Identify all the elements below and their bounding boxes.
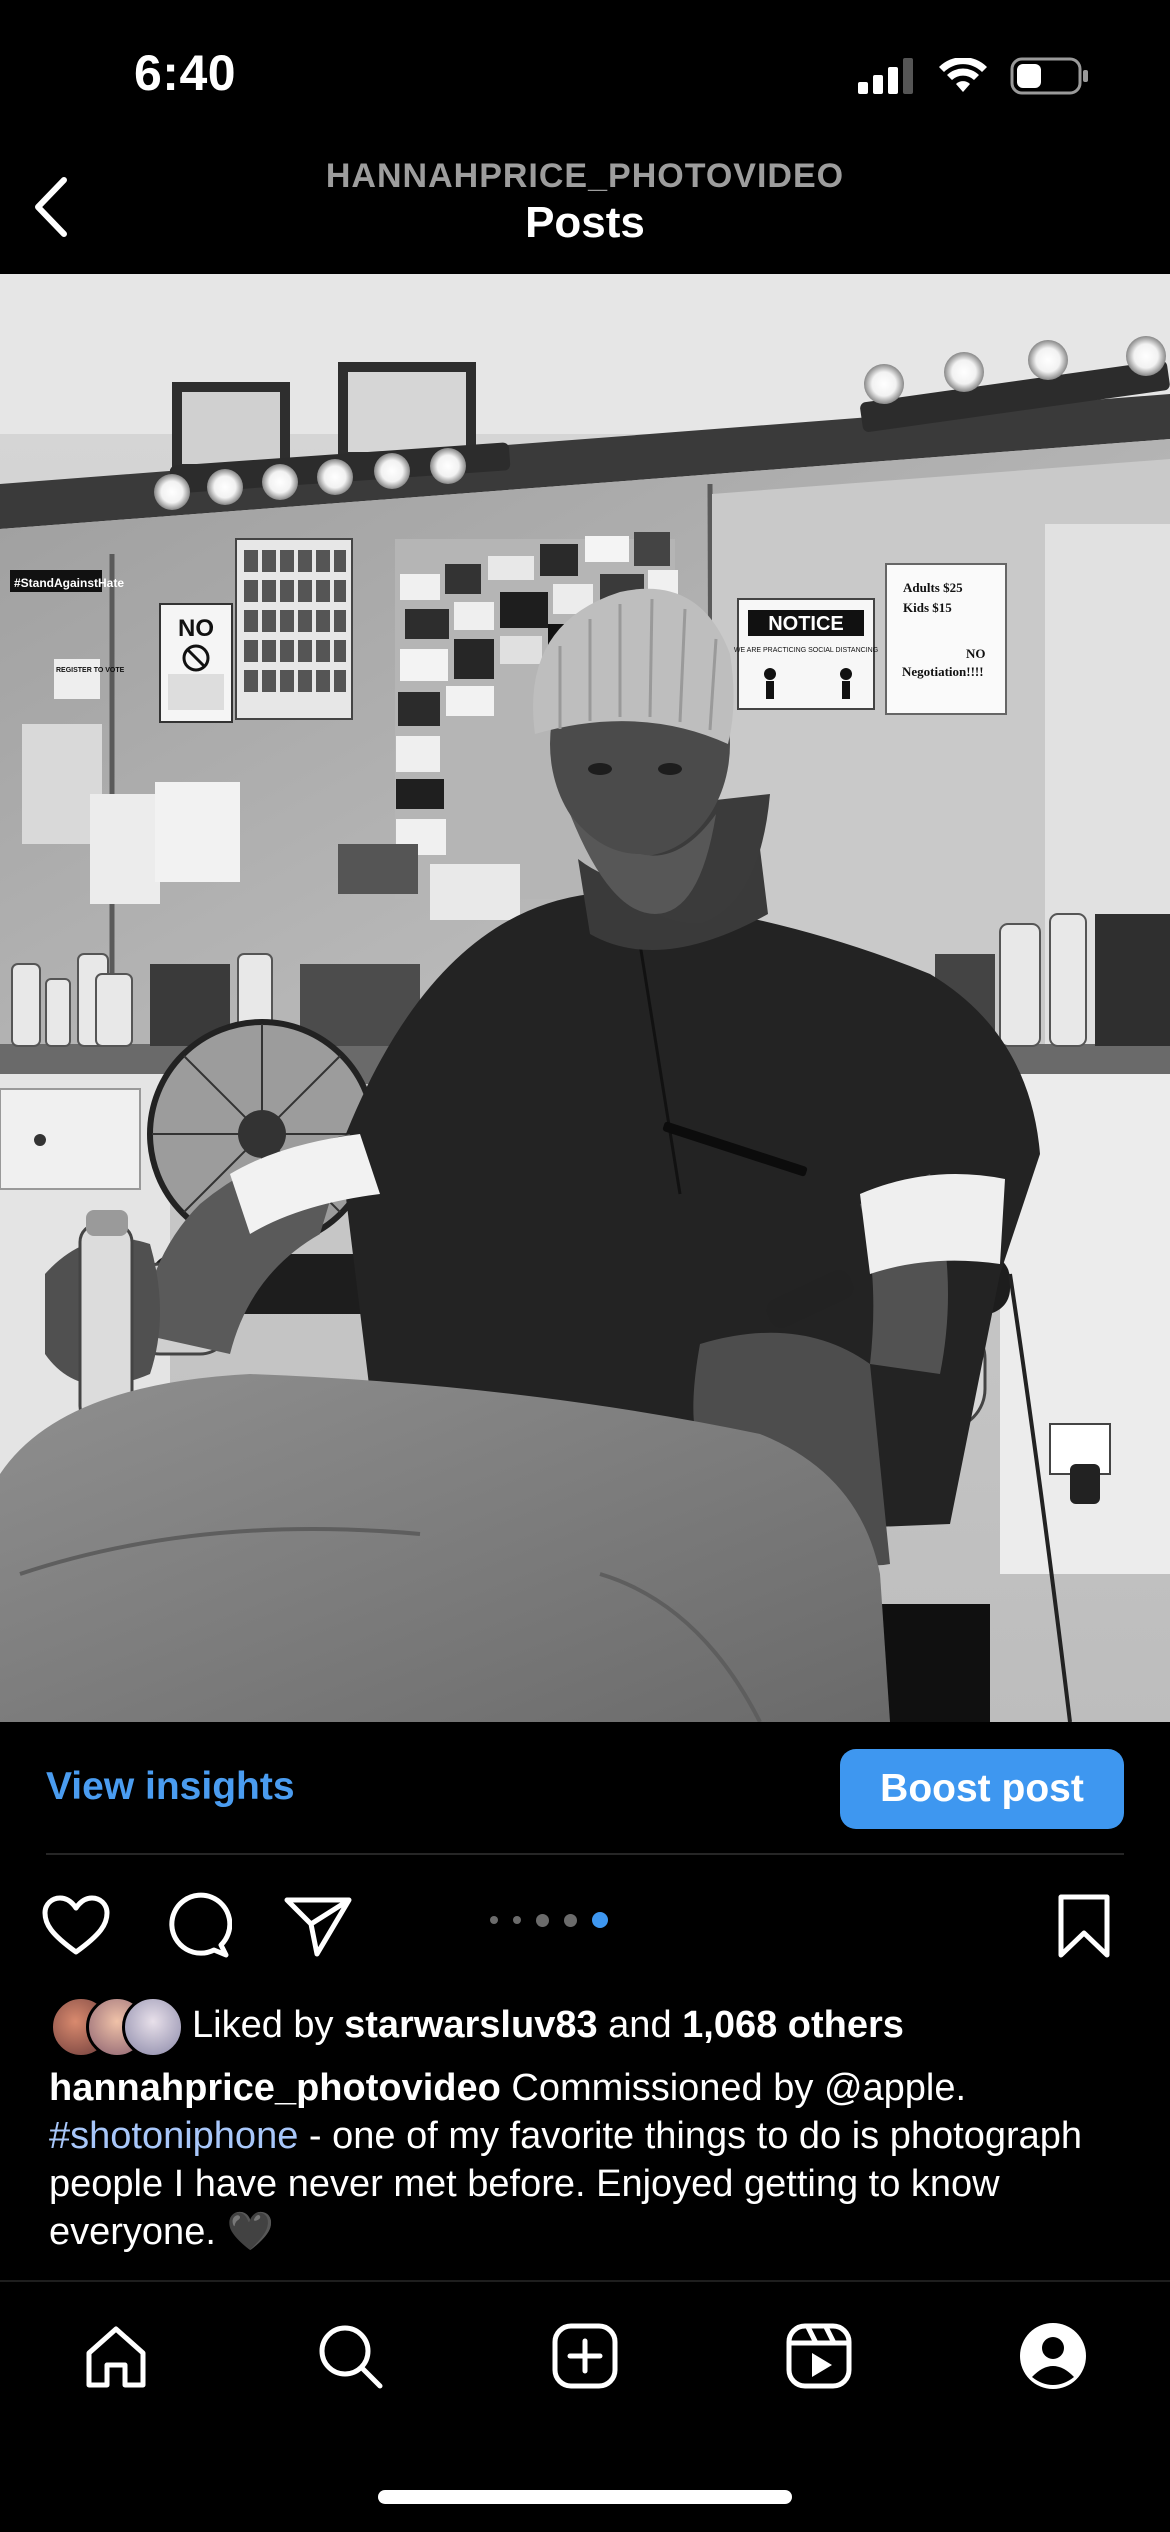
status-time: 6:40 <box>134 45 237 101</box>
reels-icon[interactable] <box>779 2316 859 2396</box>
hashtag-sign: #StandAgainstHate <box>14 576 124 590</box>
status-icons <box>858 56 1090 101</box>
home-indicator[interactable] <box>378 2490 792 2504</box>
heart-icon[interactable] <box>38 1888 114 1964</box>
likes-prefix: Liked by <box>192 2004 334 2046</box>
carousel-dot <box>513 1916 521 1924</box>
liker-avatars[interactable] <box>50 1996 184 2058</box>
likes-summary[interactable]: Liked by starwarsluv83 and 1,068 others <box>192 2004 904 2047</box>
profile-icon[interactable] <box>1013 2316 1093 2396</box>
bookmark-icon[interactable] <box>1046 1888 1122 1964</box>
caption-author[interactable]: hannahprice_photovideo <box>49 2067 501 2109</box>
page-title: Posts <box>525 198 645 247</box>
caption-hashtag[interactable]: #shotoniphone <box>49 2115 298 2157</box>
divider <box>0 2280 1170 2282</box>
post-photo[interactable]: #StandAgainstHate REGISTER TO VOTE NO NO… <box>0 274 1170 1722</box>
liker-username[interactable]: starwarsluv83 <box>344 2004 598 2046</box>
header-username[interactable]: HANNAHPRICE_PHOTOVIDEO <box>0 157 1170 196</box>
search-icon[interactable] <box>310 2316 390 2396</box>
no-sign-text: NO <box>178 615 214 642</box>
notice-sign-text: NOTICE <box>768 613 844 635</box>
divider <box>46 1853 1124 1855</box>
cellular-signal-icon <box>858 58 916 99</box>
comment-icon[interactable] <box>160 1888 236 1964</box>
home-icon[interactable] <box>76 2316 156 2396</box>
likes-count[interactable]: 1,068 others <box>682 2004 904 2046</box>
avatar[interactable] <box>122 1996 184 2058</box>
carousel-dot-active <box>592 1912 608 1928</box>
carousel-dot <box>536 1913 549 1927</box>
register-sign: REGISTER TO VOTE <box>56 667 125 674</box>
wifi-icon <box>938 57 988 99</box>
carousel-dots <box>490 1912 608 1928</box>
carousel-dot <box>564 1913 577 1927</box>
black-heart-emoji: 🖤 <box>226 2211 274 2253</box>
carousel-dot <box>490 1916 498 1924</box>
notice-sign-subtext: WE ARE PRACTICING SOCIAL DISTANCING <box>734 647 878 654</box>
view-insights-link[interactable]: View insights <box>46 1765 295 1809</box>
price-sign-line2: Kids $15 <box>903 600 952 615</box>
price-sign-line1: Adults $25 <box>903 580 963 595</box>
share-icon[interactable] <box>280 1888 356 1964</box>
price-sign-line3: NO <box>966 646 986 661</box>
likes-connector: and <box>608 2004 672 2046</box>
battery-icon <box>1010 56 1090 101</box>
caption-text-part1: Commissioned by @apple. <box>511 2067 967 2109</box>
boost-post-button[interactable]: Boost post <box>840 1749 1124 1829</box>
price-sign-line4: Negotiation!!!! <box>902 664 984 679</box>
create-icon[interactable] <box>545 2316 625 2396</box>
post-caption: hannahprice_photovideo Commissioned by @… <box>49 2064 1129 2256</box>
